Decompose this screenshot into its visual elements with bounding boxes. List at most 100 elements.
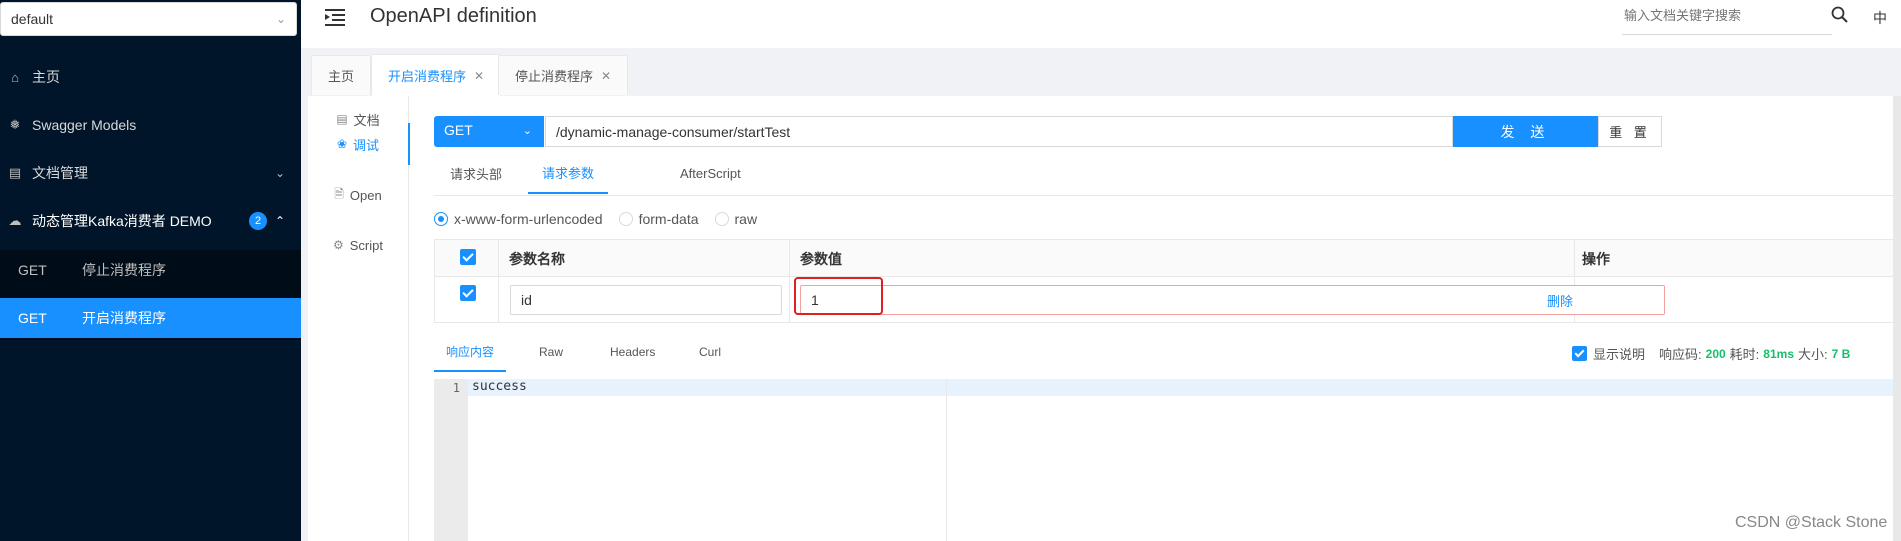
method-value: GET bbox=[444, 122, 473, 138]
home-icon: ⌂ bbox=[11, 69, 19, 85]
cloud-icon: ☁ bbox=[8, 213, 22, 228]
api-item-label: 开启消费程序 bbox=[82, 310, 166, 326]
tab-home[interactable]: 主页 bbox=[311, 55, 372, 95]
bug-icon: ❀ bbox=[336, 137, 348, 151]
param-value-input[interactable] bbox=[800, 285, 1665, 315]
radio-unchecked-icon bbox=[618, 212, 633, 226]
line-number: 1 bbox=[452, 381, 460, 395]
radio-raw[interactable]: raw bbox=[714, 211, 758, 227]
status-code: 200 bbox=[1705, 346, 1726, 361]
nav-debug[interactable]: ❀ 调试 bbox=[308, 123, 410, 165]
sidebar-item-document-manage[interactable]: ▤ 文档管理 ⌄ bbox=[0, 149, 301, 197]
api-item-start[interactable]: GET 开启消费程序 bbox=[0, 298, 301, 338]
search-box bbox=[1622, 4, 1832, 35]
time-label: 耗时: bbox=[1729, 347, 1760, 362]
size-label: 大小: bbox=[1798, 347, 1828, 362]
response-body: success bbox=[472, 379, 527, 394]
api-item-label: 停止消费程序 bbox=[82, 262, 166, 278]
header-action: 操作 bbox=[1582, 251, 1610, 267]
content-panel: ▤ 文档 ❀ 调试 🗎 Open ⚙ Script GET ⌄ 发 送 重 置 … bbox=[308, 96, 1901, 541]
show-desc-checkbox[interactable] bbox=[1572, 346, 1587, 361]
nav-label: 调试 bbox=[353, 137, 380, 153]
chevron-down-icon: ⌄ bbox=[522, 125, 532, 137]
param-name-input[interactable] bbox=[510, 285, 782, 315]
gear-icon: ⚙ bbox=[333, 238, 344, 252]
tab-start-consumer[interactable]: 开启消费程序 ✕ bbox=[371, 54, 502, 96]
response-meta: 显示说明 响应码: 200 耗时: 81ms 大小: 7 B bbox=[1572, 344, 1854, 363]
sidebar-item-label: 动态管理Kafka消费者 DEMO bbox=[32, 213, 212, 229]
nav-script[interactable]: ⚙ Script bbox=[308, 225, 408, 265]
debug-panel: GET ⌄ 发 送 重 置 请求头部 请求参数 AfterScript x-ww… bbox=[434, 96, 1901, 541]
api-list: GET 停止消费程序 GET 开启消费程序 bbox=[0, 250, 301, 340]
search-icon[interactable] bbox=[1831, 6, 1849, 24]
close-icon[interactable]: ✕ bbox=[601, 69, 611, 83]
request-tabs: 请求头部 请求参数 AfterScript bbox=[434, 152, 1901, 196]
menu-fold-icon[interactable] bbox=[325, 8, 345, 26]
radio-form-data[interactable]: form-data bbox=[618, 211, 699, 227]
size-value: 7 B bbox=[1831, 346, 1851, 361]
active-line bbox=[468, 379, 1901, 396]
radio-label: raw bbox=[734, 211, 758, 227]
sidebar-item-label: Swagger Models bbox=[32, 117, 137, 133]
sidebar-item-home[interactable]: ⌂ 主页 bbox=[0, 53, 301, 101]
nav-open[interactable]: 🗎 Open bbox=[308, 175, 408, 215]
tab-stop-consumer[interactable]: 停止消费程序 ✕ bbox=[498, 55, 629, 95]
reset-button[interactable]: 重 置 bbox=[1598, 116, 1662, 147]
tab-headers[interactable]: Headers bbox=[610, 332, 655, 372]
response-editor[interactable]: 1 success bbox=[434, 379, 1901, 541]
delete-link[interactable]: 删除 bbox=[1547, 291, 1573, 310]
radio-urlencoded[interactable]: x-www-form-urlencoded bbox=[434, 211, 603, 227]
response-tabs: 响应内容 Raw Headers Curl 显示说明 响应码: 200 耗时: … bbox=[434, 332, 1901, 372]
doc-side-nav: ▤ 文档 ❀ 调试 🗎 Open ⚙ Script bbox=[308, 96, 410, 541]
sidebar-item-kafka-demo[interactable]: ☁ 动态管理Kafka消费者 DEMO 2 ⌃ bbox=[0, 197, 301, 245]
chevron-up-icon: ⌃ bbox=[274, 214, 285, 228]
http-method: GET bbox=[18, 310, 47, 326]
swagger-models-icon: ❅ bbox=[9, 117, 21, 132]
tab-curl[interactable]: Curl bbox=[699, 332, 721, 372]
line-gutter: 1 bbox=[434, 379, 468, 541]
page-title: OpenAPI definition bbox=[370, 5, 537, 27]
time-value: 81ms bbox=[1763, 346, 1794, 361]
top-header: OpenAPI definition 中 bbox=[301, 0, 1901, 49]
tab-request-params[interactable]: 请求参数 bbox=[528, 152, 609, 194]
tab-bar: 主页 开启消费程序 ✕ 停止消费程序 ✕ bbox=[301, 48, 1901, 96]
watermark: CSDN @Stack Stone bbox=[1735, 514, 1888, 531]
print-margin bbox=[946, 379, 947, 541]
radio-label: x-www-form-urlencoded bbox=[454, 211, 603, 227]
url-input[interactable] bbox=[545, 116, 1453, 147]
chevron-down-icon: ⌄ bbox=[274, 166, 285, 180]
tab-raw[interactable]: Raw bbox=[539, 332, 563, 372]
tab-label: 停止消费程序 bbox=[515, 69, 594, 84]
file-icon: 🗎 bbox=[334, 186, 344, 201]
method-select[interactable]: GET ⌄ bbox=[434, 116, 544, 147]
tab-after-script[interactable]: AfterScript bbox=[680, 152, 741, 194]
select-all-checkbox[interactable] bbox=[460, 249, 476, 265]
tab-request-headers[interactable]: 请求头部 bbox=[450, 152, 502, 194]
sidebar-item-label: 主页 bbox=[32, 69, 60, 85]
send-button[interactable]: 发 送 bbox=[1453, 116, 1598, 147]
http-method: GET bbox=[18, 262, 47, 278]
api-item-stop[interactable]: GET 停止消费程序 bbox=[0, 250, 301, 290]
status-label: 响应码: bbox=[1659, 347, 1702, 362]
tab-label: 主页 bbox=[328, 69, 355, 84]
close-icon[interactable]: ✕ bbox=[474, 69, 484, 83]
search-input[interactable] bbox=[1622, 4, 1826, 27]
nav-label: Open bbox=[349, 187, 382, 203]
radio-checked-icon bbox=[434, 212, 448, 226]
nav-label: Script bbox=[349, 237, 383, 253]
chevron-down-icon: ⌄ bbox=[275, 12, 286, 26]
header-param-value: 参数值 bbox=[800, 251, 842, 267]
count-badge: 2 bbox=[249, 212, 267, 230]
document-manage-icon: ▤ bbox=[8, 165, 22, 180]
group-select[interactable]: default ⌄ bbox=[0, 2, 297, 36]
tab-label: 开启消费程序 bbox=[388, 69, 467, 84]
sidebar-item-label: 文档管理 bbox=[32, 165, 88, 181]
group-select-value: default bbox=[11, 11, 54, 27]
sidebar-item-swagger-models[interactable]: ❅ Swagger Models bbox=[0, 101, 301, 149]
language-switch[interactable]: 中 bbox=[1873, 8, 1887, 28]
tab-response-content[interactable]: 响应内容 bbox=[434, 332, 507, 372]
radio-unchecked-icon bbox=[714, 212, 729, 226]
scrollbar[interactable] bbox=[1893, 96, 1901, 541]
radio-label: form-data bbox=[638, 211, 699, 227]
row-checkbox[interactable] bbox=[460, 285, 476, 301]
